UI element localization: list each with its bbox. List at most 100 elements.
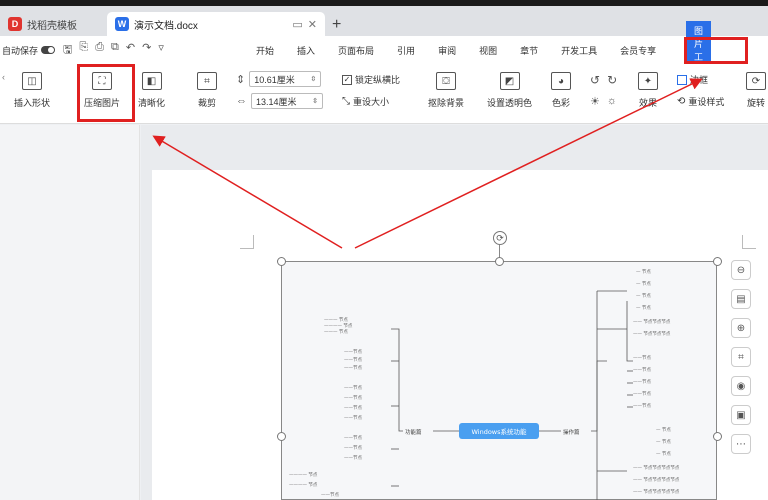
svg-text:——节点: ——节点 xyxy=(344,395,362,401)
resize-handle[interactable] xyxy=(713,257,722,266)
svg-text:——节点: ——节点 xyxy=(344,385,362,391)
crop-button[interactable]: ⌗ 裁剪 xyxy=(197,72,217,109)
menu-bar: 自动保存 🖫 ⎘ ⎙ ⧉ ↶ ↷ ▿ 开始 插入 页面布局 引用 审阅 视图 章… xyxy=(0,21,768,91)
color-icon: ◕ xyxy=(551,72,571,90)
svg-text:——— 节点: ——— 节点 xyxy=(324,329,348,335)
rotate-right-icon[interactable]: ↻ xyxy=(607,73,617,87)
reset-size-button[interactable]: ⤡ 重设大小 xyxy=(342,95,389,108)
crop-tool-icon[interactable]: ⌗ xyxy=(731,347,751,367)
svg-text:——节点: ——节点 xyxy=(344,455,362,461)
svg-text:———— 节点: ———— 节点 xyxy=(324,323,353,329)
save-icon[interactable]: 🖫 xyxy=(63,41,72,60)
resize-handle[interactable] xyxy=(277,257,286,266)
resize-handle[interactable] xyxy=(277,432,286,441)
floating-picture-toolbar: ⊖ ▤ ⊕ ⌗ ◉ ▣ ⋯ xyxy=(731,260,753,454)
width-field[interactable]: 10.61厘米 ⇳ xyxy=(249,71,322,87)
svg-text:——节点: ——节点 xyxy=(633,391,651,397)
rotate-small-buttons: ↺ ↻ xyxy=(590,73,617,87)
svg-text:——节点: ——节点 xyxy=(344,435,362,441)
remove-background-button[interactable]: ⛋ 抠除背景 xyxy=(428,72,464,109)
page-corner-mark xyxy=(240,235,254,249)
svg-text:—— 节点节点节点节点: —— 节点节点节点节点 xyxy=(633,477,680,483)
menu-page-layout[interactable]: 页面布局 xyxy=(332,44,380,57)
rotate-button[interactable]: ⟳ 旋转 xyxy=(746,72,766,109)
brightness-up-icon[interactable]: ☀ xyxy=(590,95,600,108)
height-field[interactable]: 13.14厘米 ⇳ xyxy=(251,93,323,109)
svg-text:— 节点: — 节点 xyxy=(656,451,671,457)
navigation-pane xyxy=(0,125,140,500)
autosave-toggle[interactable]: 自动保存 xyxy=(2,44,56,57)
toggle-switch-icon[interactable] xyxy=(41,46,56,54)
qat-more-icon[interactable]: ▿ xyxy=(158,41,164,60)
svg-text:——节点: ——节点 xyxy=(344,405,362,411)
autosave-label: 自动保存 xyxy=(2,45,39,56)
layout-options-icon[interactable]: ▤ xyxy=(731,289,751,309)
height-row: ⇔ 13.14厘米 ⇳ xyxy=(236,93,323,109)
lock-ratio-checkbox[interactable]: ✓ 锁定纵横比 xyxy=(342,73,400,86)
brightness-down-icon[interactable]: ☼ xyxy=(607,95,617,108)
stepper-icon[interactable]: ⇳ xyxy=(312,97,318,105)
rotate-label: 旋转 xyxy=(746,98,765,108)
svg-text:———— 节点: ———— 节点 xyxy=(289,482,318,488)
mindmap-image: ——— 节点———— 节点——— 节点 ——节点——节点——节点 ——节点——节… xyxy=(289,269,680,500)
close-icon[interactable]: ✕ xyxy=(308,18,317,31)
new-tab-plus-icon[interactable]: + xyxy=(332,16,341,34)
insert-shape-button[interactable]: ◫ 插入形状 xyxy=(14,72,50,109)
tab-template[interactable]: D 找稻壳模板 xyxy=(0,12,105,36)
tab-document[interactable]: W 演示文档.docx ▭ ✕ xyxy=(107,12,325,36)
menu-member[interactable]: 会员专享 xyxy=(614,44,662,57)
menu-review[interactable]: 审阅 xyxy=(432,44,462,57)
sharpen-label: 清晰化 xyxy=(138,98,166,108)
picture-filter-icon[interactable]: ◉ xyxy=(731,376,751,396)
menu-view[interactable]: 视图 xyxy=(473,44,503,57)
border-button[interactable]: 边框 xyxy=(677,73,708,86)
highlight-compress-picture xyxy=(77,64,135,122)
color-button[interactable]: ◕ 色彩 xyxy=(551,72,571,109)
svg-text:———— 节点: ———— 节点 xyxy=(289,472,318,478)
reset-style-button[interactable]: ⟲ 重设样式 xyxy=(677,95,724,108)
resize-handle[interactable] xyxy=(495,257,504,266)
menu-dev-tools[interactable]: 开发工具 xyxy=(555,44,603,57)
export-pdf-icon[interactable]: ⎘ xyxy=(79,41,88,60)
zoom-icon[interactable]: ⊕ xyxy=(731,318,751,338)
mindmap-left-branch: 功能篇 xyxy=(405,428,422,436)
remove-background-icon: ⛋ xyxy=(436,72,456,90)
writer-logo-icon: W xyxy=(115,17,129,31)
reset-style-icon: ⟲ xyxy=(677,96,686,107)
insert-shape-label: 插入形状 xyxy=(14,98,51,108)
svg-text:——— 节点: ——— 节点 xyxy=(324,317,348,323)
print-preview-icon[interactable]: ⧉ xyxy=(111,41,119,60)
mindmap-right-branch: 操作篇 xyxy=(563,428,580,436)
effect-button[interactable]: ✦ 效果 xyxy=(638,72,658,109)
menu-references[interactable]: 引用 xyxy=(391,44,421,57)
picture-to-text-icon[interactable]: ▣ xyxy=(731,405,751,425)
set-transparent-button[interactable]: ◩ 设置透明色 xyxy=(487,72,532,109)
rotate-icon: ⟳ xyxy=(746,72,766,90)
stepper-icon[interactable]: ⇳ xyxy=(310,75,316,83)
undo-icon[interactable]: ↶ xyxy=(126,41,135,60)
print-icon[interactable]: ⎙ xyxy=(95,41,104,60)
crop-icon: ⌗ xyxy=(197,72,217,90)
checkbox-checked-icon[interactable]: ✓ xyxy=(342,74,352,85)
sharpen-icon: ◧ xyxy=(141,72,162,90)
rotate-handle-icon[interactable]: ⟳ xyxy=(493,231,507,245)
shape-icon: ◫ xyxy=(22,72,42,90)
brightness-buttons: ☀ ☼ xyxy=(590,95,617,108)
tab-bar: D 找稻壳模板 W 演示文档.docx ▭ ✕ + xyxy=(0,6,768,36)
svg-text:—— 节点节点节点: —— 节点节点节点 xyxy=(633,319,671,325)
sharpen-button[interactable]: ◧ 清晰化 xyxy=(138,72,165,109)
menu-chapter[interactable]: 章节 xyxy=(514,44,544,57)
svg-text:—— 节点节点节点节点: —— 节点节点节点节点 xyxy=(633,489,680,495)
rotate-left-icon[interactable]: ↺ xyxy=(590,73,600,87)
svg-text:— 节点: — 节点 xyxy=(656,427,671,433)
svg-text:——节点: ——节点 xyxy=(633,355,651,361)
window-restore-icon[interactable]: ▭ xyxy=(292,18,302,31)
color-label: 色彩 xyxy=(551,98,570,108)
redo-icon[interactable]: ↷ xyxy=(142,41,151,60)
more-icon[interactable]: ⋯ xyxy=(731,434,751,454)
menu-home[interactable]: 开始 xyxy=(250,44,280,57)
resize-handle[interactable] xyxy=(713,432,722,441)
collapse-icon[interactable]: ⊖ xyxy=(731,260,751,280)
menu-insert[interactable]: 插入 xyxy=(291,44,321,57)
ribbon-scroll-left-icon[interactable]: ‹ xyxy=(2,72,5,82)
